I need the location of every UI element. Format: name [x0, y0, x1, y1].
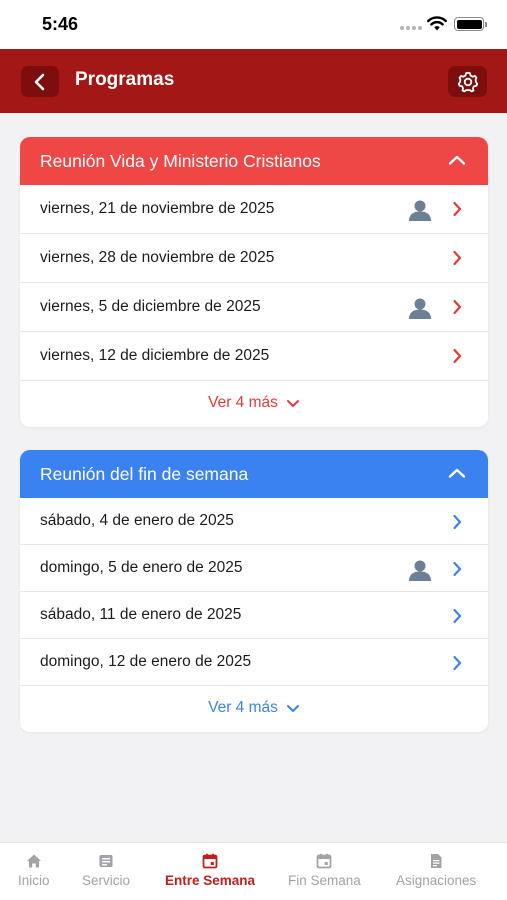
battery-icon: [454, 17, 487, 31]
weekend-card-title: Reunión del fin de semana: [40, 463, 249, 484]
meeting-row[interactable]: viernes, 21 de noviembre de 2025: [20, 185, 488, 234]
tab-label: Fin Semana: [288, 873, 361, 888]
chevron-right-icon: [453, 348, 462, 364]
tab-label: Asignaciones: [396, 873, 477, 888]
calendar-icon: [202, 853, 218, 869]
midweek-meetings-card: Reunión Vida y Ministerio Cristianos vie…: [20, 137, 488, 427]
bottom-tab-bar: Inicio Servicio Entre Semana Fin Semana: [0, 842, 507, 900]
meeting-row[interactable]: domingo, 12 de enero de 2025: [20, 639, 488, 686]
document-icon: [431, 854, 442, 868]
meeting-date: viernes, 28 de noviembre de 2025: [40, 249, 275, 266]
status-bar: 5:46: [0, 0, 507, 49]
meeting-date: viernes, 12 de diciembre de 2025: [40, 347, 270, 364]
person-icon: [409, 560, 431, 581]
person-icon: [409, 298, 431, 319]
wifi-icon: [427, 16, 447, 31]
tab-fin-semana[interactable]: Fin Semana: [288, 853, 361, 888]
chevron-right-icon: [453, 608, 462, 624]
calendar-icon: [316, 853, 332, 869]
meeting-date: sábado, 4 de enero de 2025: [40, 512, 234, 529]
chevron-right-icon: [453, 201, 462, 217]
meeting-row[interactable]: viernes, 28 de noviembre de 2025: [20, 234, 488, 283]
meeting-date: sábado, 11 de enero de 2025: [40, 606, 242, 623]
show-more-button[interactable]: Ver 4 más: [20, 686, 488, 730]
tab-label: Entre Semana: [165, 873, 256, 888]
meeting-date: viernes, 5 de diciembre de 2025: [40, 298, 261, 315]
chevron-right-icon: [453, 655, 462, 671]
meeting-date: domingo, 12 de enero de 2025: [40, 653, 252, 670]
show-more-label: Ver 4 más: [208, 394, 278, 411]
show-more-label: Ver 4 más: [208, 699, 278, 716]
chevron-up-icon: [448, 468, 466, 478]
tab-label: Inicio: [18, 873, 50, 888]
meeting-row[interactable]: sábado, 11 de enero de 2025: [20, 592, 488, 639]
gear-icon: [457, 71, 478, 92]
page-title: Programas: [75, 69, 175, 90]
meeting-row[interactable]: viernes, 5 de diciembre de 2025: [20, 283, 488, 332]
back-button[interactable]: [21, 66, 59, 97]
midweek-card-title: Reunión Vida y Ministerio Cristianos: [40, 150, 321, 171]
cellular-signal-icon: [400, 26, 422, 30]
service-icon: [99, 855, 113, 867]
chevron-down-icon: [286, 704, 299, 712]
weekend-meetings-card: Reunión del fin de semana sábado, 4 de e…: [20, 450, 488, 732]
meeting-row[interactable]: viernes, 12 de diciembre de 2025: [20, 332, 488, 381]
tab-label: Servicio: [82, 873, 131, 888]
tab-inicio[interactable]: Inicio: [18, 853, 50, 888]
tab-asignaciones[interactable]: Asignaciones: [396, 853, 476, 888]
weekend-card-header[interactable]: Reunión del fin de semana: [20, 450, 488, 498]
meeting-row[interactable]: domingo, 5 de enero de 2025: [20, 545, 488, 592]
meeting-date: viernes, 21 de noviembre de 2025: [40, 200, 275, 217]
show-more-button[interactable]: Ver 4 más: [20, 381, 488, 425]
status-time: 5:46: [42, 14, 79, 34]
midweek-card-header[interactable]: Reunión Vida y Ministerio Cristianos: [20, 137, 488, 185]
app-header: Programas: [0, 49, 507, 113]
tab-entre-semana[interactable]: Entre Semana: [165, 853, 255, 888]
home-icon: [26, 854, 41, 868]
person-icon: [409, 200, 431, 221]
chevron-right-icon: [453, 514, 462, 530]
chevron-right-icon: [453, 250, 462, 266]
meeting-date: domingo, 5 de enero de 2025: [40, 559, 243, 576]
chevron-down-icon: [286, 399, 299, 407]
chevron-right-icon: [453, 299, 462, 315]
settings-button[interactable]: [448, 66, 487, 97]
chevron-up-icon: [448, 155, 466, 165]
chevron-right-icon: [453, 561, 462, 577]
meeting-row[interactable]: sábado, 4 de enero de 2025: [20, 498, 488, 545]
chevron-left-icon: [34, 73, 45, 90]
tab-servicio[interactable]: Servicio: [82, 853, 130, 888]
